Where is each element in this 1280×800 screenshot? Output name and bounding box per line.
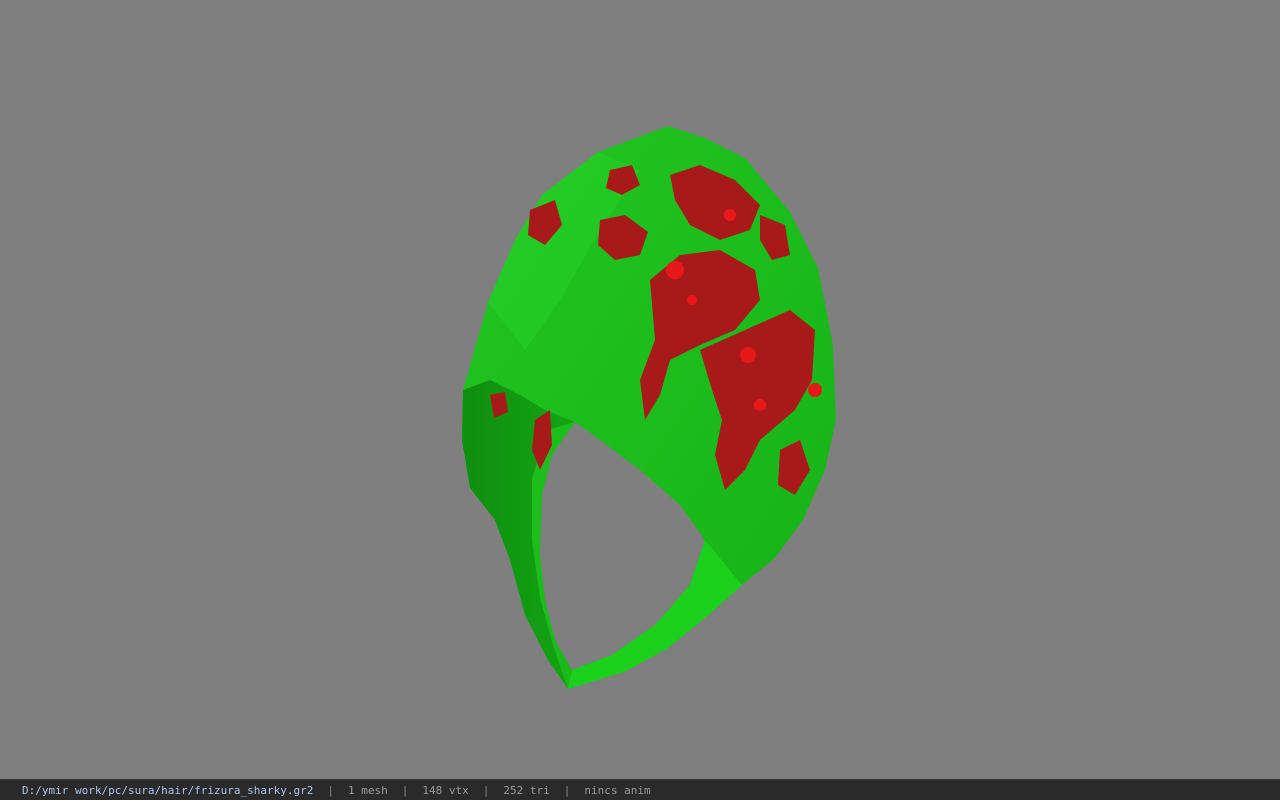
- separator: |: [401, 783, 409, 797]
- separator: |: [482, 783, 490, 797]
- separator: |: [327, 783, 335, 797]
- status-bar: D:/ymir work/pc/sura/hair/frizura_sharky…: [0, 779, 1280, 800]
- file-path: D:/ymir work/pc/sura/hair/frizura_sharky…: [22, 783, 314, 797]
- separator: |: [563, 783, 571, 797]
- mesh-count: 1 mesh: [348, 783, 388, 797]
- 3d-viewport[interactable]: [0, 0, 1280, 779]
- anim-status: nincs anim: [584, 783, 651, 797]
- hair-model-render[interactable]: [0, 0, 1280, 779]
- triangle-count: 252 tri: [503, 783, 550, 797]
- vertex-count: 148 vtx: [422, 783, 469, 797]
